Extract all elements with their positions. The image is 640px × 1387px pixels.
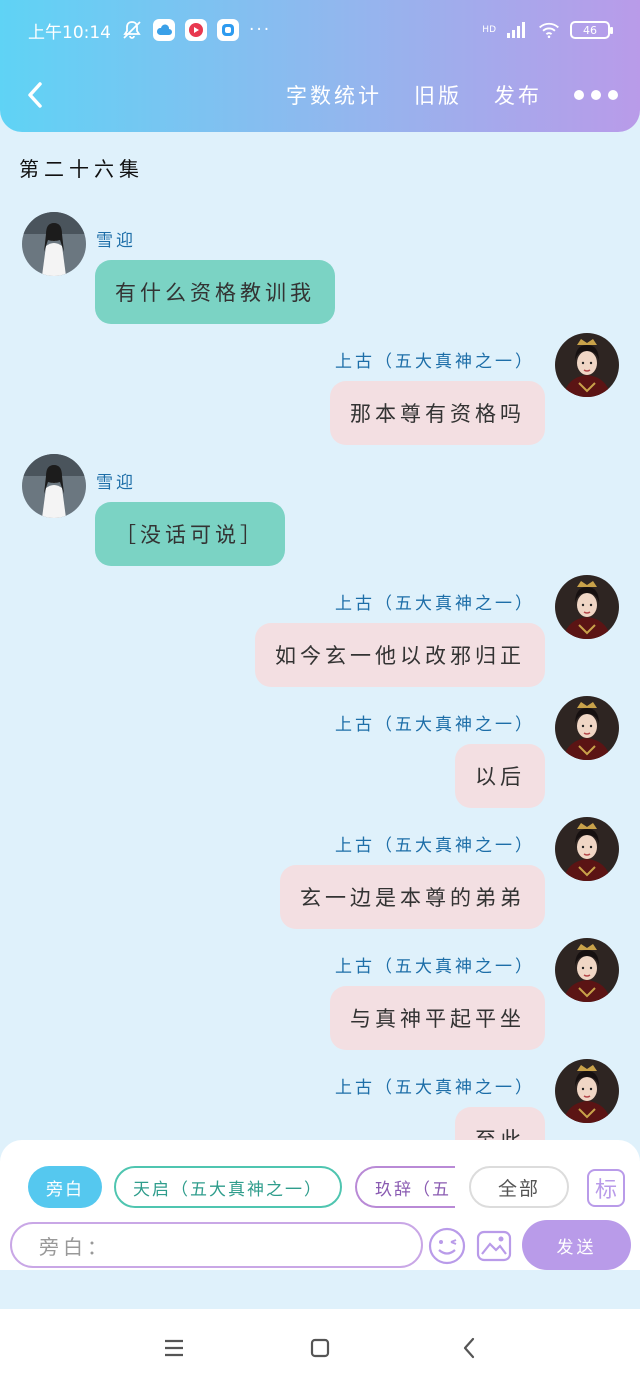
avatar[interactable] bbox=[555, 938, 619, 1002]
send-button[interactable]: 发送 bbox=[522, 1220, 631, 1270]
speaker-name: 上古（五大真神之一） bbox=[335, 352, 535, 372]
composer-panel: 旁白 天启（五大真神之一） 玖辞（五 全部 标 旁白： 发送 bbox=[0, 1140, 640, 1270]
status-bar: 上午10:14 ··· HD 46 bbox=[28, 16, 613, 44]
role-chip-narration[interactable]: 旁白 bbox=[28, 1166, 102, 1208]
message-bubble[interactable]: 如今玄一他以改邪归正 bbox=[255, 623, 545, 687]
avatar[interactable] bbox=[22, 212, 86, 276]
chat-app-icon bbox=[217, 19, 239, 41]
chat-area: 雪迎 有什么资格教训我 上古（五大真神之一） 那本尊有资格吗 雪迎 ［没话可说］… bbox=[0, 200, 640, 1140]
battery-indicator: 46 bbox=[570, 21, 613, 39]
role-selector: 旁白 天启（五大真神之一） 玖辞（五 全部 bbox=[0, 1166, 640, 1208]
cloud-app-icon bbox=[153, 19, 175, 41]
message-bubble[interactable]: 有什么资格教训我 bbox=[95, 260, 335, 324]
emoji-icon[interactable] bbox=[427, 1226, 467, 1266]
network-label: HD bbox=[482, 25, 496, 35]
avatar[interactable] bbox=[555, 1059, 619, 1123]
speaker-name: 上古（五大真神之一） bbox=[335, 1078, 535, 1098]
battery-level: 46 bbox=[583, 23, 597, 37]
message-bubble[interactable]: 玄一边是本尊的弟弟 bbox=[280, 865, 545, 929]
message-bubble[interactable]: ［没话可说］ bbox=[95, 502, 285, 566]
word-count-button[interactable]: 字数统计 bbox=[286, 80, 382, 110]
old-version-button[interactable]: 旧版 bbox=[414, 80, 462, 110]
speaker-name: 雪迎 bbox=[96, 231, 136, 251]
all-roles-button[interactable]: 全部 bbox=[469, 1166, 569, 1208]
speaker-name: 上古（五大真神之一） bbox=[335, 594, 535, 614]
status-more: ··· bbox=[249, 20, 272, 40]
message-bubble[interactable]: 至此 bbox=[455, 1107, 545, 1140]
wifi-icon bbox=[538, 19, 560, 41]
back-nav-icon[interactable] bbox=[454, 1333, 484, 1363]
menu-icon[interactable] bbox=[159, 1333, 189, 1363]
back-button[interactable] bbox=[20, 80, 50, 110]
speaker-name: 雪迎 bbox=[96, 473, 136, 493]
home-icon[interactable] bbox=[305, 1333, 335, 1363]
status-time: 上午10:14 bbox=[28, 22, 111, 43]
more-menu-icon[interactable] bbox=[574, 90, 618, 100]
avatar[interactable] bbox=[555, 575, 619, 639]
role-chip-jiuci[interactable]: 玖辞（五 bbox=[355, 1166, 455, 1208]
avatar[interactable] bbox=[555, 817, 619, 881]
header-bar: 上午10:14 ··· HD 46 字数统计 旧版 发布 bbox=[0, 0, 640, 132]
mute-bell-icon bbox=[121, 19, 143, 41]
role-chip-tianqi[interactable]: 天启（五大真神之一） bbox=[114, 1166, 342, 1208]
speaker-name: 上古（五大真神之一） bbox=[335, 957, 535, 977]
avatar[interactable] bbox=[555, 696, 619, 760]
message-bubble[interactable]: 与真神平起平坐 bbox=[330, 986, 545, 1050]
message-bubble[interactable]: 以后 bbox=[455, 744, 545, 808]
nav-bar: 字数统计 旧版 发布 bbox=[0, 72, 640, 120]
message-bubble[interactable]: 那本尊有资格吗 bbox=[330, 381, 545, 445]
avatar[interactable] bbox=[22, 454, 86, 518]
image-icon[interactable] bbox=[474, 1226, 514, 1266]
chevron-left-icon bbox=[28, 82, 42, 108]
video-app-icon bbox=[185, 19, 207, 41]
avatar[interactable] bbox=[555, 333, 619, 397]
signal-icon bbox=[506, 19, 528, 41]
episode-title: 第二十六集 bbox=[19, 157, 144, 181]
tag-button[interactable]: 标 bbox=[587, 1169, 625, 1207]
system-nav-bar bbox=[0, 1309, 640, 1387]
speaker-name: 上古（五大真神之一） bbox=[335, 836, 535, 856]
publish-button[interactable]: 发布 bbox=[494, 80, 542, 110]
speaker-name: 上古（五大真神之一） bbox=[335, 715, 535, 735]
message-input[interactable]: 旁白： bbox=[10, 1222, 423, 1268]
